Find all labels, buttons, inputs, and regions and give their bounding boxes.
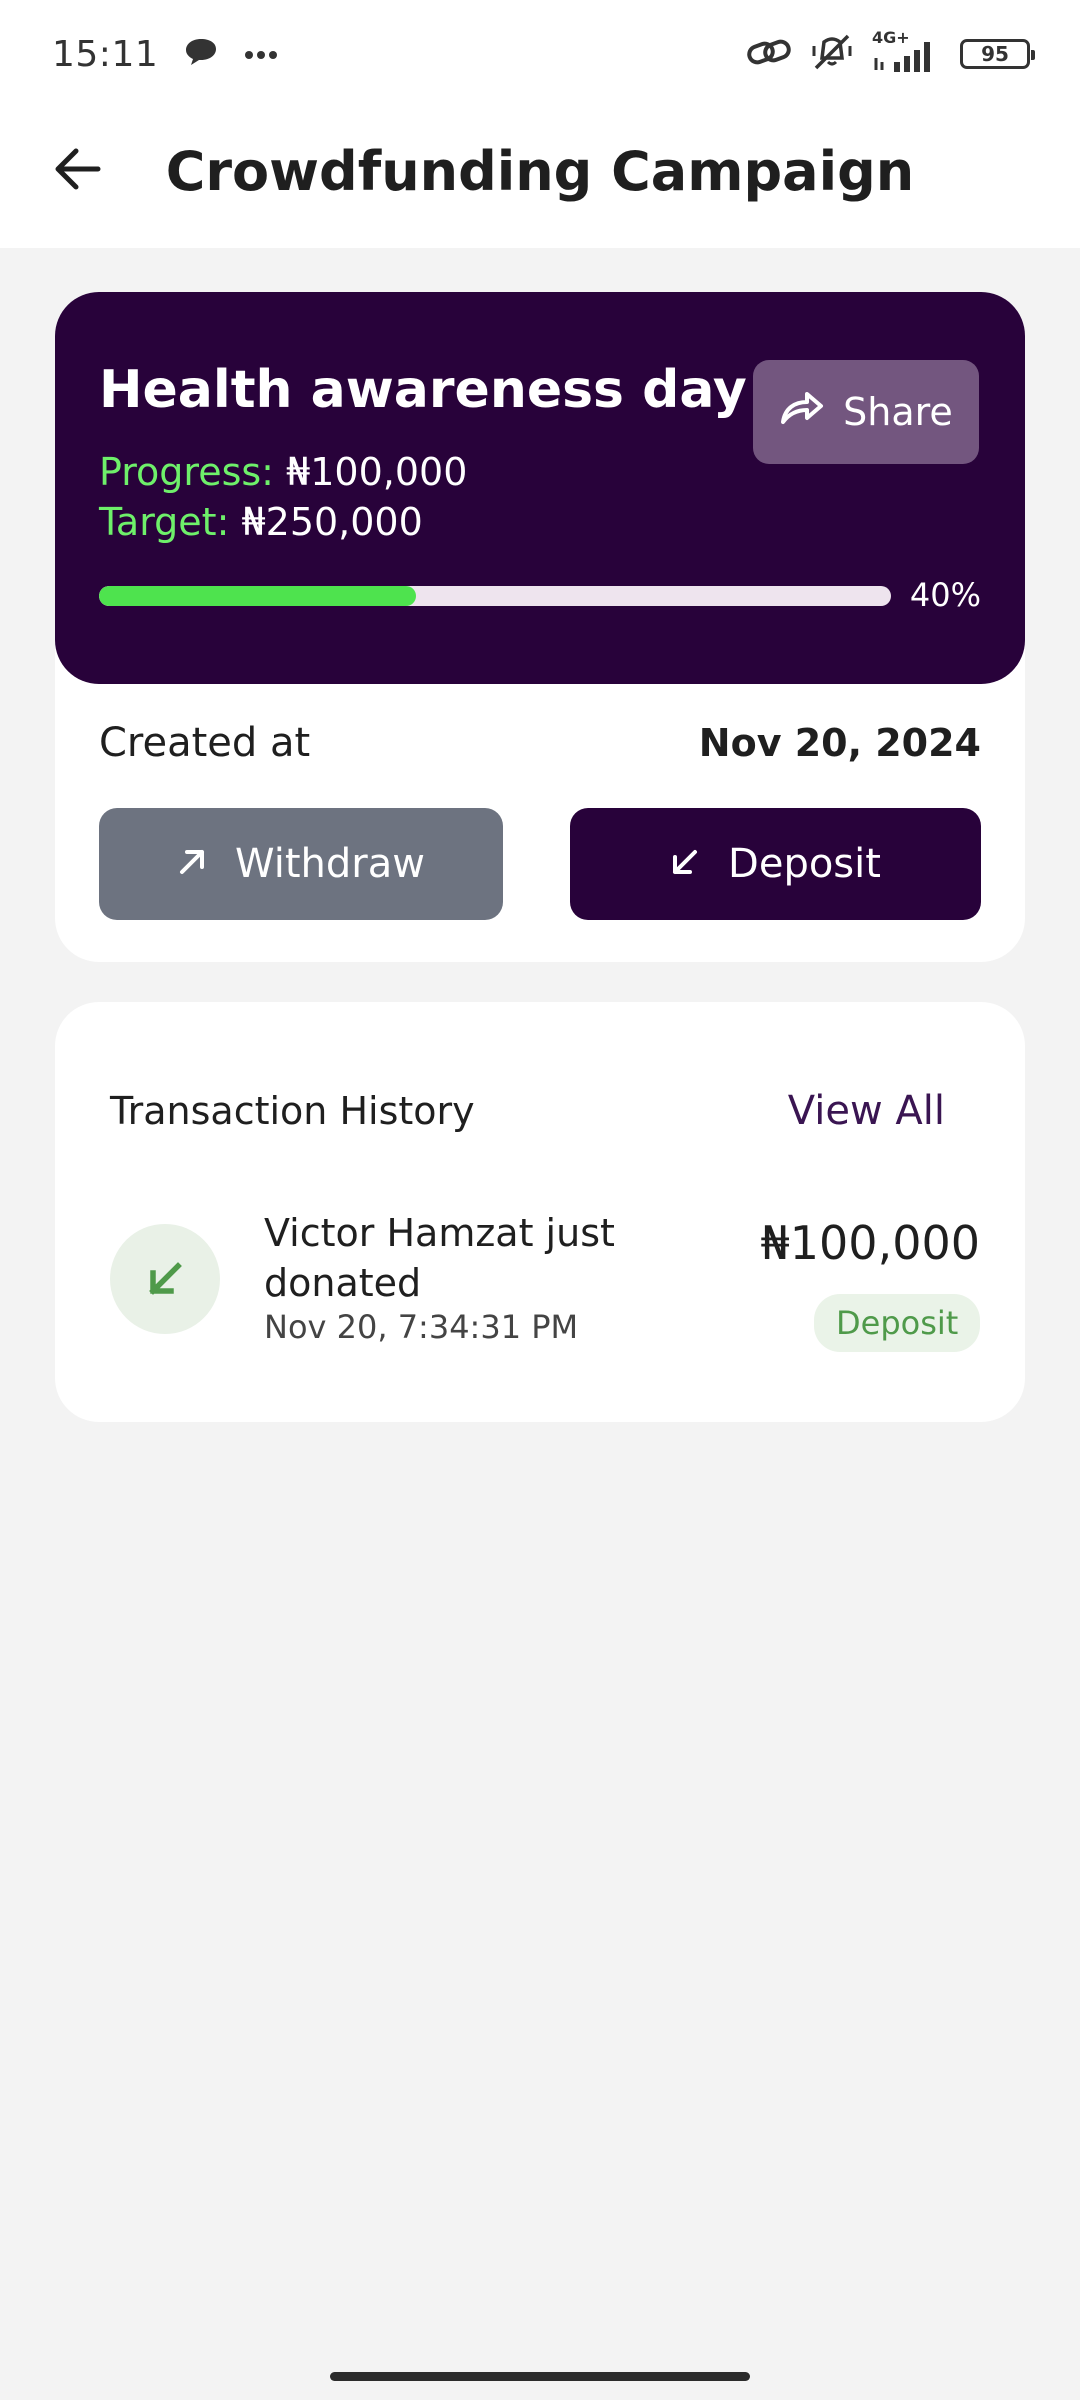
transaction-time: Nov 20, 7:34:31 PM	[264, 1308, 579, 1346]
status-right: 4G+ 95	[746, 28, 1035, 74]
campaign-card: Health awareness day Share Progress: ₦10…	[55, 292, 1025, 962]
chat-bubble-icon	[184, 37, 218, 71]
transaction-history-header: Transaction History View All	[110, 1088, 945, 1134]
battery-level: 95	[981, 42, 1009, 66]
share-button[interactable]: Share	[753, 360, 979, 464]
campaign-summary: Health awareness day Share Progress: ₦10…	[55, 292, 1025, 684]
deposit-arrow-icon	[110, 1224, 220, 1334]
page-title: Crowdfunding Campaign	[165, 140, 915, 203]
arrow-down-left-icon	[670, 841, 700, 887]
progress-amount: Progress: ₦100,000	[99, 450, 467, 494]
share-label: Share	[843, 390, 953, 434]
withdraw-label: Withdraw	[235, 841, 425, 887]
deposit-label: Deposit	[728, 841, 881, 887]
progress-bar	[99, 586, 891, 606]
app-header: Crowdfunding Campaign	[0, 108, 1080, 248]
share-icon	[779, 390, 825, 435]
transaction-amount: ₦100,000	[760, 1216, 981, 1270]
link-icon	[746, 37, 792, 71]
progress-value: ₦100,000	[286, 450, 468, 494]
deposit-button[interactable]: Deposit	[570, 808, 981, 920]
more-dots-icon	[244, 45, 278, 64]
progress-percent: 40%	[909, 576, 981, 614]
status-left: 15:11	[52, 34, 278, 75]
status-bar: 15:11 4G+ 95	[0, 0, 1080, 108]
home-indicator[interactable]	[330, 2372, 750, 2381]
vibrate-off-icon	[810, 34, 854, 74]
target-amount: Target: ₦250,000	[99, 500, 423, 544]
created-label: Created at	[99, 720, 311, 766]
progress-label: Progress:	[99, 450, 274, 494]
view-all-link[interactable]: View All	[788, 1088, 945, 1134]
created-row: Created at Nov 20, 2024	[99, 720, 981, 766]
transaction-type-badge: Deposit	[814, 1294, 981, 1352]
withdraw-button[interactable]: Withdraw	[99, 808, 503, 920]
arrow-up-right-icon	[177, 841, 207, 887]
campaign-name: Health awareness day	[99, 360, 747, 420]
target-value: ₦250,000	[241, 500, 423, 544]
transaction-history-title: Transaction History	[110, 1089, 475, 1133]
signal-icon: 4G+	[872, 28, 942, 74]
screen: 15:11 4G+ 95 Crowdfunding Campaign Healt…	[0, 0, 1080, 2400]
status-time: 15:11	[52, 33, 159, 75]
transaction-row[interactable]: Victor Hamzat just donated Nov 20, 7:34:…	[110, 1208, 981, 1352]
progress-bar-fill	[99, 586, 416, 606]
created-date: Nov 20, 2024	[698, 721, 981, 765]
battery-icon: 95	[960, 39, 1035, 69]
target-label: Target:	[99, 500, 230, 544]
transaction-description: Victor Hamzat just donated	[264, 1211, 615, 1305]
transaction-history-card: Transaction History View All Victor Hamz…	[55, 1002, 1025, 1422]
